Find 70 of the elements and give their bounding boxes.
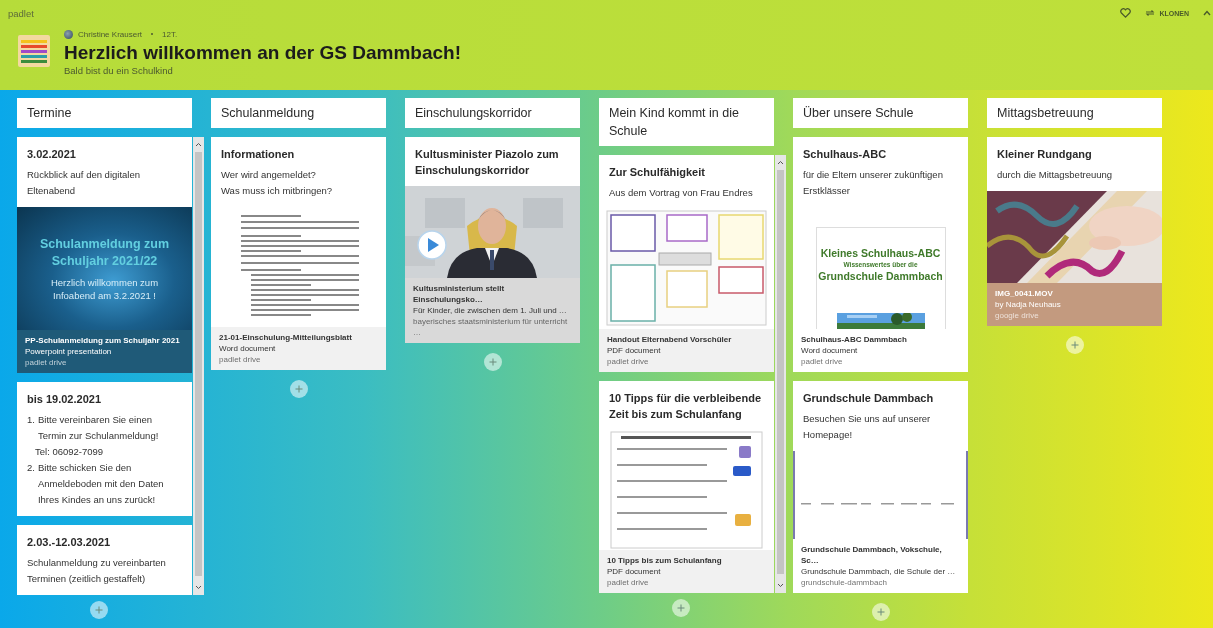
attachment-source: google drive	[995, 310, 1040, 321]
post-text: für die Eltern unserer zukünftigen Erstklässer	[803, 168, 944, 198]
post-text: durch die Mittagsbetreuung	[997, 168, 1114, 182]
post-title: Schulhaus-ABC	[803, 147, 888, 162]
post-title: Informationen	[221, 147, 296, 162]
attachment-title: Kultusministerium stellt Einschulungsko…	[413, 283, 506, 305]
post-card[interactable]: Grundschule Dammbach Besuchen Sie uns auf unserer Homepage! Grundschule Dammbach, Vokschule, Sc… Grundschule Dammbach, die Schule der … grundschule-dammbach	[793, 381, 968, 593]
attachment-type: Word document	[801, 345, 859, 356]
attachment-type: PDF document	[607, 345, 662, 356]
post-text: Wer wird angemeldet?	[221, 168, 317, 182]
post-text: Rückblick auf den digitalen Eltenabend	[27, 168, 141, 198]
post-text: Besuchen Sie uns auf unserer Homepage!	[803, 412, 932, 442]
post-title: Grundschule Dammbach	[803, 391, 935, 406]
post-card[interactable]: 2.03.-12.03.2021 Schulanmeldung zu vereinbarten Terminen (zeitlich gestaffelt)	[17, 525, 192, 595]
attachment-source: padlet drive	[607, 356, 650, 367]
column-header: Mittagsbetreuung	[987, 98, 1162, 128]
list-text: Bitte schicken Sie den Anmeldeboden mit den Daten Ihres Kindes an uns zurück!	[37, 461, 165, 507]
cover-heading: Grundschule Dammbach	[818, 269, 943, 283]
post-title: bis 19.02.2021	[27, 392, 102, 407]
post-text: Aus dem Vortrag von Frau Endres	[609, 186, 754, 200]
attachment-title: Grundschule Dammbach, Vokschule, Sc…	[801, 544, 943, 566]
attachment-source: padlet drive	[607, 577, 650, 588]
post-title: 10 Tipps für die verbleibende Zeit bis zum Schulanfang	[609, 391, 762, 422]
attachment-title: 21-01-Einschulung-Mitteilungsblatt	[219, 332, 353, 343]
column-header: Über unsere Schule	[793, 98, 968, 128]
post-time: 12T.	[162, 29, 178, 39]
board-subtitle: Bald bist du ein Schulkind	[64, 65, 174, 77]
list-number: 1.	[27, 413, 35, 427]
post-title: 2.03.-12.03.2021	[27, 535, 112, 550]
attachment-source: padlet drive	[25, 357, 68, 368]
attachment-source: padlet drive	[219, 354, 262, 365]
attachment-type: Für Kinder, die zwischen dem 1. Juli und …	[413, 305, 568, 316]
attachment-title: 10 Tipps bis zum Schulanfang	[607, 555, 723, 566]
post-text: Was muss ich mitbringen?	[221, 184, 334, 198]
post-title: 3.02.2021	[27, 147, 77, 162]
board-title: Herzlich willkommen an der GS Dammbach!	[64, 41, 461, 65]
author-name: Christine Krausert	[78, 29, 143, 39]
column-header: Termine	[17, 98, 192, 128]
post-card[interactable]: Zur Schulfähigkeit Aus dem Vortrag von Frau Endres Handout Elternabend Vorschüler PDF document padlet drive	[599, 155, 774, 372]
post-card[interactable]: bis 19.02.2021 1. Bitte vereinbaren Sie einen Termin zur Schulanmeldung! Tel: 06092-7099 2. Bitte schicken Sie den Anmeldeboden mit den Daten Ihres Kindes an uns zurück!	[17, 382, 192, 516]
list-number: 2.	[27, 461, 35, 475]
brand-name: padlet	[8, 7, 34, 19]
column-header: Einschulungskorridor	[405, 98, 580, 128]
attachment-type: Grundschule Dammbach, die Schule der …	[801, 566, 957, 577]
post-title: Zur Schulfähigkeit	[609, 165, 706, 180]
attachment-source: bayerisches staatsministerium für unterricht …	[413, 316, 569, 338]
slide-heading: Schulanmeldung zum Schuljahr 2021/22	[38, 235, 171, 270]
post-title: Kultusminister Piazolo zum Einschulungskorridor	[415, 147, 560, 178]
column-header: Mein Kind kommt in die Schule	[599, 98, 774, 146]
attachment-title: PP-Schulanmeldung zum Schuljahr 2021	[25, 335, 181, 346]
post-title: Kleiner Rundgang	[997, 147, 1093, 162]
post-card[interactable]: Informationen Wer wird angemeldet? Was muss ich mitbringen? 21-01-Einschulung-Mitteilungsblatt Word document padlet drive	[211, 137, 386, 370]
attachment-title: Schulhaus-ABC Dammbach	[801, 334, 908, 345]
attachment-source: grundschule-dammbach	[801, 577, 888, 588]
attachment-title: IMG_0041.MOV	[995, 288, 1054, 299]
attachment-type: by Nadja Neuhaus	[995, 299, 1062, 310]
column-header: Schulanmeldung	[211, 98, 386, 128]
list-text: Bitte vereinbaren Sie einen Termin zur Schulanmeldung!	[37, 413, 160, 443]
attachment-title: Handout Elternabend Vorschüler	[607, 334, 733, 345]
slide-text: Herzlich willkommen zum Infoabend am 3.2.2021 !	[49, 275, 160, 302]
post-text: Schulanmeldung zu vereinbarten Terminen (zeitlich gestaffelt)	[27, 556, 167, 586]
post-text: Tel: 06092-7099	[34, 445, 105, 459]
post-card[interactable]: 10 Tipps für die verbleibende Zeit bis zum Schulanfang 10 Tipps bis zum Schulanfang PDF document padlet drive	[599, 381, 774, 593]
attachment-type: PDF document	[607, 566, 662, 577]
attachment-source: padlet drive	[801, 356, 844, 367]
post-card[interactable]: Kultusminister Piazolo zum Einschulungskorridor Kultusministerium stellt Einschulungsko… Für Kinder, die zwischen dem 1. Juli und … bayerisches staatsministerium für unterricht …	[405, 137, 580, 343]
attachment-type: Powerpoint presentation	[25, 346, 113, 357]
attachment-type: Word document	[219, 343, 277, 354]
cover-heading: Kleines Schulhaus-ABC	[820, 246, 941, 260]
post-card[interactable]: Kleiner Rundgang durch die Mittagsbetreuung IMG_0041.MOV by Nadja Neuhaus google drive	[987, 137, 1162, 326]
